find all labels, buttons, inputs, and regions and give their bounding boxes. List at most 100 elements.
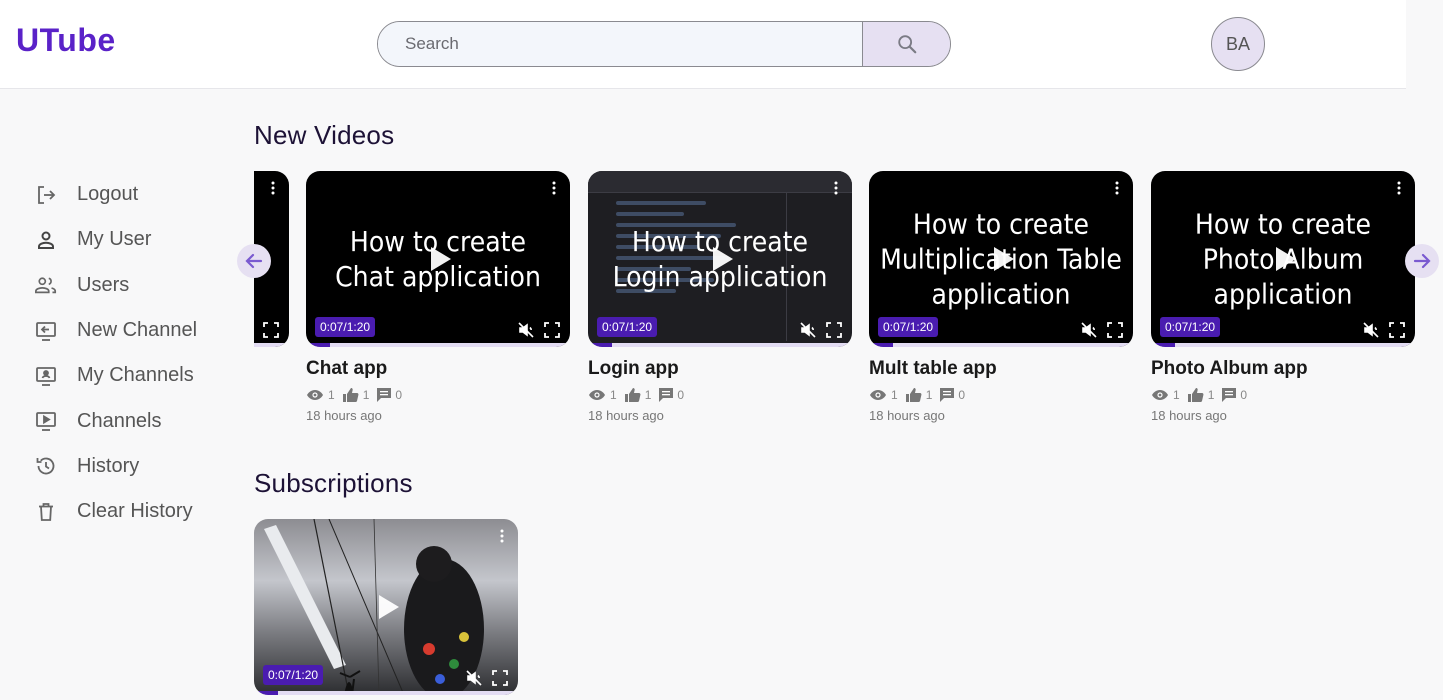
video-title[interactable]: Login app (588, 358, 852, 380)
views-stat: 1 (1151, 388, 1180, 402)
more-icon[interactable] (834, 181, 838, 195)
thumb-up-icon[interactable] (1187, 388, 1204, 402)
sidebar-item-logout[interactable]: Logout (34, 172, 197, 217)
thumb-up-icon[interactable] (342, 388, 359, 402)
video-stats: 1 1 0 (1151, 388, 1415, 402)
thumbnail-line: How to create (1194, 207, 1372, 241)
video-thumbnail[interactable]: How to create Login application 0:07/1:2… (588, 171, 852, 347)
video-title[interactable]: Chat app (306, 358, 570, 380)
time-badge: 0:07/1:20 (315, 317, 376, 337)
progress-track[interactable] (306, 343, 570, 347)
fullscreen-icon[interactable] (263, 322, 279, 338)
sidebar-item-label: New Channel (77, 319, 198, 342)
carousel-next-button[interactable] (1405, 244, 1439, 278)
sidebar-item-history[interactable]: History (34, 444, 197, 489)
sidebar-item-users[interactable]: Users (34, 263, 197, 308)
subscription-video-card[interactable]: 0:07/1:20 (254, 519, 518, 695)
fullscreen-icon[interactable] (826, 322, 842, 338)
arrow-left-icon (245, 253, 263, 269)
video-card[interactable]: How to create Photo Album application 0:… (1151, 171, 1415, 423)
likes-count: 1 (644, 388, 652, 402)
top-bar: UTube BA (0, 0, 1406, 89)
fullscreen-icon[interactable] (1107, 322, 1123, 338)
likes-count: 1 (362, 388, 370, 402)
views-count: 1 (328, 388, 335, 402)
time-badge: 0:07/1:20 (1160, 317, 1221, 337)
mute-icon[interactable] (800, 322, 816, 338)
play-icon[interactable] (713, 247, 733, 271)
logo[interactable]: UTube (16, 22, 116, 59)
video-thumbnail[interactable]: 0:07/1:20 (254, 519, 518, 695)
likes-stat: 1 (342, 388, 370, 402)
play-icon[interactable] (431, 247, 451, 271)
thumb-up-icon[interactable] (624, 388, 641, 402)
likes-stat: 1 (624, 388, 652, 402)
video-title[interactable]: Photo Album app (1151, 358, 1415, 380)
play-icon[interactable] (379, 595, 399, 619)
search-icon (897, 35, 916, 54)
progress-track[interactable] (1151, 343, 1415, 347)
history-icon (34, 454, 58, 478)
video-title[interactable]: Mult table app (869, 358, 1133, 380)
search-button[interactable] (862, 22, 950, 66)
avatar[interactable]: BA (1211, 17, 1265, 71)
sidebar-item-my-channels[interactable]: My Channels (34, 353, 197, 398)
fullscreen-icon[interactable] (1389, 322, 1405, 338)
comments-stat: 0 (1222, 388, 1247, 402)
comments-stat: 0 (659, 388, 684, 402)
video-thumbnail[interactable]: How to create Photo Album application 0:… (1151, 171, 1415, 347)
views-stat: 1 (869, 388, 898, 402)
sidebar-item-label: My User (77, 228, 152, 251)
more-icon[interactable] (552, 181, 556, 195)
mute-icon[interactable] (1363, 322, 1379, 338)
video-card[interactable]: How to create Login application 0:07/1:2… (588, 171, 852, 423)
comment-icon (1222, 388, 1237, 402)
play-icon[interactable] (1276, 247, 1296, 271)
sidebar-item-new-channel[interactable]: New Channel (34, 308, 197, 353)
sidebar-item-my-user[interactable]: My User (34, 217, 197, 262)
search-bar (377, 21, 951, 67)
upload-time: 18 hours ago (306, 408, 382, 423)
mute-icon[interactable] (1081, 322, 1097, 338)
time-badge: 0:07/1:20 (263, 665, 324, 685)
fullscreen-icon[interactable] (544, 322, 560, 338)
new-videos-carousel: How to create Chat application 0:07/1:20… (254, 171, 1443, 441)
sidebar-item-channels[interactable]: Channels (34, 398, 197, 443)
play-icon[interactable] (994, 247, 1014, 271)
upload-time: 18 hours ago (1151, 408, 1227, 423)
sidebar-item-label: Channels (77, 409, 162, 432)
progress-track[interactable] (869, 343, 1133, 347)
upload-time: 18 hours ago (588, 408, 664, 423)
progress-track[interactable] (254, 691, 518, 695)
more-icon[interactable] (1115, 181, 1119, 195)
sidebar-item-clear-history[interactable]: Clear History (34, 489, 197, 534)
mute-icon[interactable] (518, 322, 534, 338)
progress-track[interactable] (254, 343, 289, 347)
code-editor-toolbar (588, 171, 852, 193)
video-thumbnail[interactable]: How to create Chat application 0:07/1:20 (306, 171, 570, 347)
video-card[interactable]: How to create Chat application 0:07/1:20… (306, 171, 570, 423)
fullscreen-icon[interactable] (492, 670, 508, 686)
carousel-prev-button[interactable] (237, 244, 271, 278)
upload-time: 18 hours ago (869, 408, 945, 423)
search-input[interactable] (378, 22, 862, 66)
likes-stat: 1 (905, 388, 932, 402)
more-icon[interactable] (500, 529, 504, 543)
progress-track[interactable] (588, 343, 852, 347)
sidebar: Logout My User Users New Channel My Chan… (34, 172, 197, 534)
sidebar-item-label: Users (77, 273, 130, 296)
people-icon (34, 273, 58, 297)
comments-count: 0 (1240, 388, 1248, 402)
eye-icon (307, 390, 323, 400)
more-icon[interactable] (271, 181, 275, 195)
video-thumbnail[interactable]: How to create Multiplication Table appli… (869, 171, 1133, 347)
video-card[interactable]: How to create Multiplication Table appli… (869, 171, 1133, 423)
more-icon[interactable] (1397, 181, 1401, 195)
views-count: 1 (891, 388, 898, 402)
channels-icon (34, 409, 58, 433)
sidebar-item-label: Logout (77, 183, 139, 206)
thumb-up-icon[interactable] (905, 388, 922, 402)
sidebar-item-label: Clear History (77, 500, 193, 523)
mute-icon[interactable] (466, 670, 482, 686)
views-stat: 1 (588, 388, 617, 402)
